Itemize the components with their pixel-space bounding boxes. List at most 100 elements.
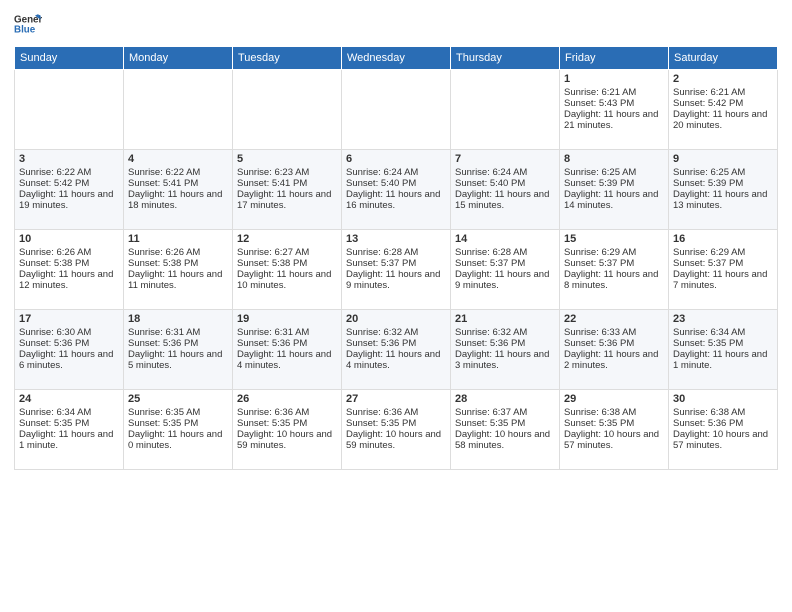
calendar-cell: 8Sunrise: 6:25 AMSunset: 5:39 PMDaylight… bbox=[560, 150, 669, 230]
day-info: Sunset: 5:42 PM bbox=[19, 178, 119, 189]
page-container: General Blue SundayMondayTuesdayWednesda… bbox=[0, 0, 792, 612]
day-info: Daylight: 11 hours and 19 minutes. bbox=[19, 189, 119, 211]
calendar-cell: 22Sunrise: 6:33 AMSunset: 5:36 PMDayligh… bbox=[560, 310, 669, 390]
day-number: 9 bbox=[673, 153, 773, 165]
calendar-cell: 4Sunrise: 6:22 AMSunset: 5:41 PMDaylight… bbox=[124, 150, 233, 230]
calendar-cell: 19 Sunrise: 6:31 AMSunset: 5:36 PMDayligh… bbox=[233, 310, 342, 390]
calendar-week-row: 10Sunrise: 6:26 AMSunset: 5:38 PMDayligh… bbox=[15, 230, 778, 310]
day-number: 29 bbox=[564, 393, 664, 405]
logo: General Blue bbox=[14, 10, 42, 38]
day-info: Sunrise: 6:32 AM bbox=[346, 327, 446, 338]
day-info: Daylight: 11 hours and 14 minutes. bbox=[564, 189, 664, 211]
calendar-cell: 16Sunrise: 6:29 AMSunset: 5:37 PMDayligh… bbox=[669, 230, 778, 310]
day-info: Sunset: 5:35 PM bbox=[564, 418, 664, 429]
day-info: Sunset: 5:35 PM bbox=[346, 418, 446, 429]
calendar-cell: 17Sunrise: 6:30 AMSunset: 5:36 PMDayligh… bbox=[15, 310, 124, 390]
day-info: Sunset: 5:40 PM bbox=[346, 178, 446, 189]
day-number: 20 bbox=[346, 313, 446, 325]
calendar-cell bbox=[342, 70, 451, 150]
day-number: 7 bbox=[455, 153, 555, 165]
calendar-header-wednesday: Wednesday bbox=[342, 47, 451, 70]
day-info: Sunrise: 6:21 AM bbox=[673, 87, 773, 98]
calendar-week-row: 24Sunrise: 6:34 AMSunset: 5:35 PMDayligh… bbox=[15, 390, 778, 470]
day-info: Daylight: 11 hours and 11 minutes. bbox=[128, 269, 228, 291]
day-info: Sunset: 5:39 PM bbox=[564, 178, 664, 189]
day-info: Sunset: 5:38 PM bbox=[19, 258, 119, 269]
calendar-cell: 18Sunrise: 6:31 AMSunset: 5:36 PMDayligh… bbox=[124, 310, 233, 390]
day-info: Daylight: 11 hours and 6 minutes. bbox=[19, 349, 119, 371]
calendar-header-row: SundayMondayTuesdayWednesdayThursdayFrid… bbox=[15, 47, 778, 70]
day-number: 4 bbox=[128, 153, 228, 165]
calendar-week-row: 17Sunrise: 6:30 AMSunset: 5:36 PMDayligh… bbox=[15, 310, 778, 390]
calendar-cell: 26Sunrise: 6:36 AMSunset: 5:35 PMDayligh… bbox=[233, 390, 342, 470]
day-number: 25 bbox=[128, 393, 228, 405]
day-number: 26 bbox=[237, 393, 337, 405]
day-info: Sunset: 5:39 PM bbox=[673, 178, 773, 189]
calendar-cell: 2Sunrise: 6:21 AMSunset: 5:42 PMDaylight… bbox=[669, 70, 778, 150]
day-info: Sunset: 5:41 PM bbox=[237, 178, 337, 189]
day-info: Sunrise: 6:25 AM bbox=[673, 167, 773, 178]
calendar-cell bbox=[233, 70, 342, 150]
day-info: Daylight: 11 hours and 0 minutes. bbox=[128, 429, 228, 451]
day-info: Sunset: 5:36 PM bbox=[128, 338, 228, 349]
day-info: Daylight: 11 hours and 7 minutes. bbox=[673, 269, 773, 291]
day-info: Sunrise: 6:37 AM bbox=[455, 407, 555, 418]
day-number: 30 bbox=[673, 393, 773, 405]
day-info: Sunrise: 6:29 AM bbox=[564, 247, 664, 258]
day-info: Sunrise: 6:24 AM bbox=[455, 167, 555, 178]
day-info: Sunrise: 6:32 AM bbox=[455, 327, 555, 338]
day-info: Sunrise: 6:29 AM bbox=[673, 247, 773, 258]
day-info: Daylight: 11 hours and 17 minutes. bbox=[237, 189, 337, 211]
day-info: Daylight: 11 hours and 4 minutes. bbox=[237, 349, 337, 371]
day-info: Daylight: 10 hours and 58 minutes. bbox=[455, 429, 555, 451]
day-number: 16 bbox=[673, 233, 773, 245]
day-info: Daylight: 11 hours and 9 minutes. bbox=[455, 269, 555, 291]
day-number: 2 bbox=[673, 73, 773, 85]
calendar-cell: 9Sunrise: 6:25 AMSunset: 5:39 PMDaylight… bbox=[669, 150, 778, 230]
day-info: Daylight: 10 hours and 59 minutes. bbox=[237, 429, 337, 451]
day-info: Sunrise: 6:28 AM bbox=[346, 247, 446, 258]
day-info: Sunset: 5:36 PM bbox=[19, 338, 119, 349]
calendar-cell: 14Sunrise: 6:28 AMSunset: 5:37 PMDayligh… bbox=[451, 230, 560, 310]
day-number: 14 bbox=[455, 233, 555, 245]
day-info: Sunrise: 6:36 AM bbox=[346, 407, 446, 418]
calendar-cell: 11Sunrise: 6:26 AMSunset: 5:38 PMDayligh… bbox=[124, 230, 233, 310]
day-info: Daylight: 11 hours and 4 minutes. bbox=[346, 349, 446, 371]
day-number: 27 bbox=[346, 393, 446, 405]
calendar-cell: 13Sunrise: 6:28 AMSunset: 5:37 PMDayligh… bbox=[342, 230, 451, 310]
day-info: Sunset: 5:41 PM bbox=[128, 178, 228, 189]
day-info: Daylight: 10 hours and 59 minutes. bbox=[346, 429, 446, 451]
calendar-cell: 12Sunrise: 6:27 AMSunset: 5:38 PMDayligh… bbox=[233, 230, 342, 310]
day-info: Daylight: 10 hours and 57 minutes. bbox=[673, 429, 773, 451]
day-number: 13 bbox=[346, 233, 446, 245]
logo-icon: General Blue bbox=[14, 10, 42, 38]
calendar-cell: 6Sunrise: 6:24 AMSunset: 5:40 PMDaylight… bbox=[342, 150, 451, 230]
calendar-cell: 27 Sunrise: 6:36 AMSunset: 5:35 PMDayligh… bbox=[342, 390, 451, 470]
day-info: Sunrise: 6:21 AM bbox=[564, 87, 664, 98]
calendar-cell: 5Sunrise: 6:23 AMSunset: 5:41 PMDaylight… bbox=[233, 150, 342, 230]
day-info: Sunrise: 6:27 AM bbox=[237, 247, 337, 258]
svg-text:Blue: Blue bbox=[14, 24, 36, 35]
day-number: 5 bbox=[237, 153, 337, 165]
day-number: 8 bbox=[564, 153, 664, 165]
day-info: Sunset: 5:35 PM bbox=[19, 418, 119, 429]
day-info: Sunrise: 6:22 AM bbox=[128, 167, 228, 178]
day-info: Sunset: 5:37 PM bbox=[455, 258, 555, 269]
day-number: 6 bbox=[346, 153, 446, 165]
calendar-cell: 7Sunrise: 6:24 AMSunset: 5:40 PMDaylight… bbox=[451, 150, 560, 230]
day-info: Sunset: 5:40 PM bbox=[455, 178, 555, 189]
day-info: Daylight: 11 hours and 2 minutes. bbox=[564, 349, 664, 371]
calendar-cell: 20Sunrise: 6:32 AMSunset: 5:36 PMDayligh… bbox=[342, 310, 451, 390]
header: General Blue bbox=[14, 10, 778, 38]
day-number: 22 bbox=[564, 313, 664, 325]
day-number: 12 bbox=[237, 233, 337, 245]
calendar-cell bbox=[124, 70, 233, 150]
day-info: Sunset: 5:36 PM bbox=[237, 338, 337, 349]
day-info: Sunrise: 6:26 AM bbox=[19, 247, 119, 258]
day-info: Sunrise: 6:31 AM bbox=[237, 327, 337, 338]
day-number: 19 bbox=[237, 313, 337, 325]
day-info: Daylight: 11 hours and 12 minutes. bbox=[19, 269, 119, 291]
day-info: Daylight: 11 hours and 3 minutes. bbox=[455, 349, 555, 371]
day-number: 28 bbox=[455, 393, 555, 405]
day-number: 18 bbox=[128, 313, 228, 325]
